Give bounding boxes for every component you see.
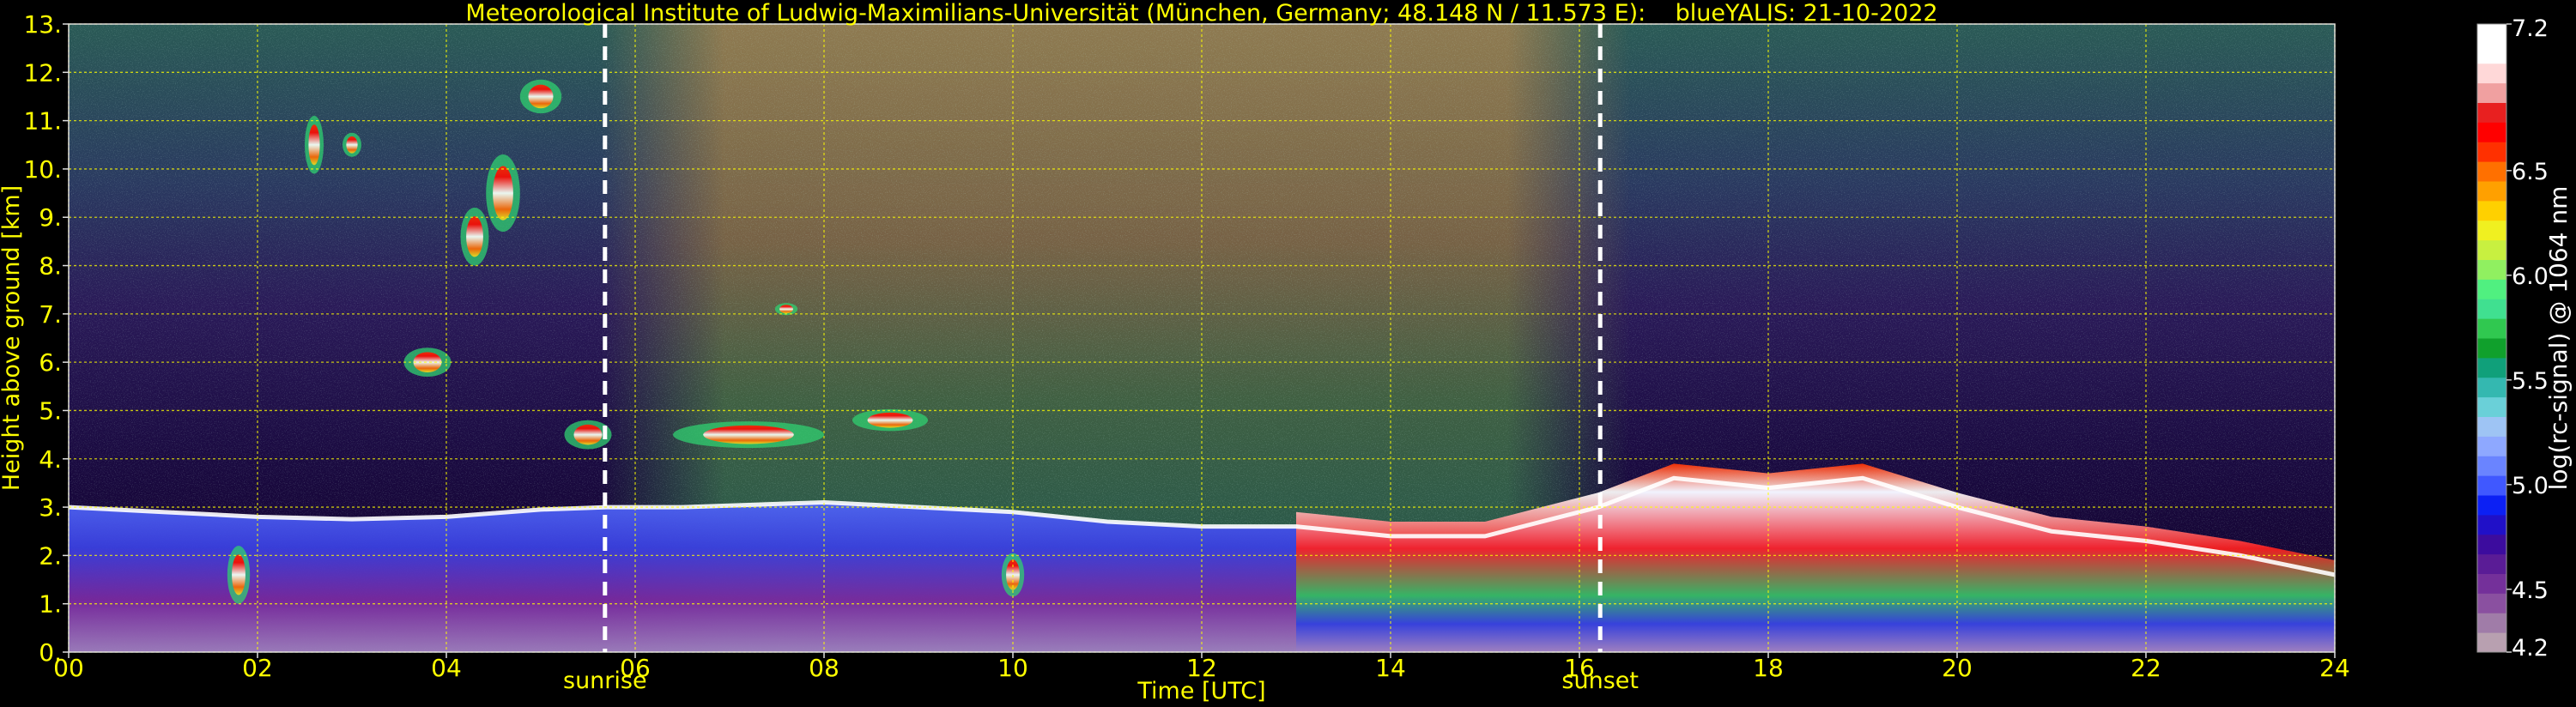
cloud-core [779,305,793,314]
y-axis-label: Height above ground [km] [0,185,25,491]
x-tick-label: 02 [242,654,273,682]
colorbar-segment [2477,24,2506,45]
colorbar-segment [2477,475,2506,496]
cloud-core [308,124,320,166]
colorbar-segment [2477,632,2506,653]
chart-title: Meteorological Institute of Ludwig-Maxim… [465,0,1937,27]
colorbar-tick-label: 5.5 [2512,368,2549,395]
y-tick-label: 6. [39,348,62,377]
cloud-core [703,425,794,444]
colorbar-segment [2477,63,2506,84]
y-tick-label: 11. [23,107,62,136]
x-tick-label: 14 [1375,654,1406,682]
colorbar-segment [2477,456,2506,476]
colorbar-segment [2477,161,2506,182]
colorbar-tick-label: 6.5 [2512,159,2549,185]
y-tick-label: 4. [39,445,62,474]
y-tick-label: 12. [23,58,62,87]
colorbar-segment [2477,613,2506,633]
colorbar [2477,24,2506,653]
y-tick-label: 10. [23,155,62,184]
y-tick-label: 8. [39,252,62,281]
colorbar-segment [2477,514,2506,535]
x-tick-label: 18 [1753,654,1784,682]
colorbar-segment [2477,200,2506,221]
y-tick-label: 5. [39,396,62,425]
cloud-core [528,84,554,109]
y-tick-label: 0. [39,638,62,667]
x-tick-label: 20 [1942,654,1973,682]
colorbar-segment [2477,122,2506,142]
colorbar-segment [2477,377,2506,398]
x-tick-label: 04 [431,654,462,682]
cloud-core [413,352,442,372]
colorbar-tick-label: 4.2 [2512,635,2549,662]
x-tick-label: 10 [997,654,1028,682]
colorbar-segment [2477,495,2506,516]
colorbar-label: log(rc-signal) @ 1064 nm [2544,186,2573,491]
x-tick-label: 24 [2319,654,2350,682]
lidar-chart: sunrise sunset 00 02 04 06 08 10 12 14 16 18 20 22 24… [0,0,2573,704]
cloud-core [867,412,913,428]
x-tick-label: 16 [1564,654,1595,682]
colorbar-tick-label: 4.5 [2512,577,2549,604]
colorbar-segment [2477,436,2506,456]
colorbar-segment [2477,416,2506,437]
colorbar-tick-label: 7.2 [2512,15,2549,42]
y-tick-label: 1. [39,590,62,619]
colorbar-tick-label: 6.0 [2512,263,2549,290]
y-tick-label: 3. [39,493,62,522]
y-tick-label: 9. [39,203,62,232]
colorbar-segment [2477,259,2506,280]
colorbar-segment [2477,553,2506,574]
colorbar-segment [2477,239,2506,260]
cloud-core [346,136,358,154]
colorbar-segment [2477,82,2506,103]
colorbar-segment [2477,142,2506,162]
colorbar-segment [2477,338,2506,359]
colorbar-segment [2477,102,2506,123]
x-tick-label: 06 [620,654,651,682]
x-tick-label: 08 [809,654,839,682]
colorbar-segment [2477,573,2506,594]
cloud-core [493,166,513,221]
colorbar-segment [2477,181,2506,202]
cloud-core [573,424,603,445]
cloud-core [232,554,245,595]
y-axis-ticks: 0. 1. 2. 3. 4. 5. 6. 7. 8. 9. 10. 11. 12. 13. [23,10,69,667]
y-tick-label: 2. [39,541,62,570]
colorbar-segment [2477,220,2506,241]
y-tick-label: 7. [39,300,62,329]
colorbar-tick-label: 5.0 [2512,473,2549,499]
colorbar-segment [2477,534,2506,555]
colorbar-segment [2477,593,2506,613]
colorbar-segment [2477,357,2506,378]
colorbar-segment [2477,396,2506,417]
x-tick-label: 22 [2131,654,2161,682]
cloud-core [466,216,483,257]
x-axis-label: Time [UTC] [1136,678,1265,704]
y-tick-label: 13. [23,10,62,39]
colorbar-segment [2477,318,2506,339]
colorbar-ticks: 4.2 4.5 5.0 5.5 6.0 6.5 7.2 [2506,15,2549,662]
colorbar-segment [2477,299,2506,319]
colorbar-segment [2477,279,2506,299]
colorbar-segment [2477,43,2506,64]
